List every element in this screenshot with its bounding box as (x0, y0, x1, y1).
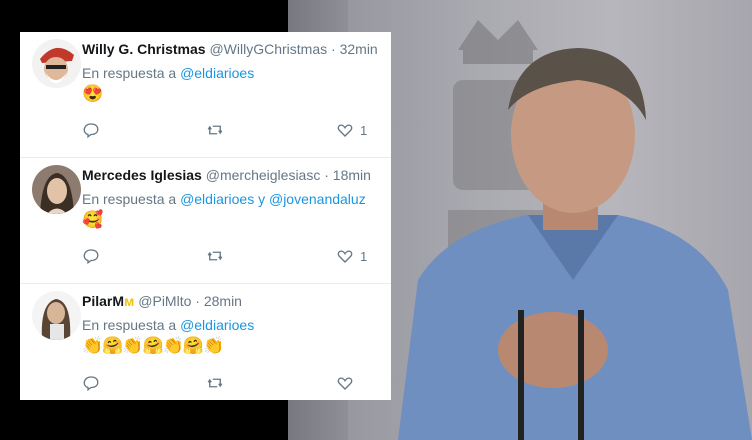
reply-button[interactable] (82, 373, 100, 393)
reply-context: En respuesta a @eldiarioes y @jovenandal… (82, 191, 366, 207)
avatar-santa-icon (32, 39, 81, 88)
avatar-photo-icon (32, 165, 81, 214)
like-icon (337, 124, 353, 137)
reply-prefix: En respuesta a (82, 65, 177, 81)
author-name[interactable]: Mercedes Iglesias (82, 167, 202, 183)
mention-link[interactable]: @eldiarioes (180, 191, 254, 207)
tweet-time[interactable]: 32min (340, 41, 378, 57)
tweet-time[interactable]: 28min (204, 293, 242, 309)
avatar[interactable] (32, 165, 81, 214)
author-handle[interactable]: @WillyGChristmas (209, 41, 327, 57)
reply-prefix: En respuesta a (82, 317, 177, 333)
speaker-photo (398, 48, 752, 440)
reply-prefix: En respuesta a (82, 191, 177, 207)
mention-link[interactable]: @eldiarioes (180, 317, 254, 333)
reply-icon (83, 376, 99, 392)
like-button[interactable] (336, 373, 360, 393)
retweet-icon (207, 251, 223, 261)
retweet-button[interactable] (206, 246, 224, 266)
reply-button[interactable] (82, 120, 100, 140)
mention-connector: y (258, 191, 266, 207)
retweet-icon (207, 378, 223, 388)
like-icon (337, 377, 353, 390)
name-badge-icon: ᴍ (124, 293, 135, 309)
reply-button[interactable] (82, 246, 100, 266)
tweet-item[interactable]: PilarMᴍ @PiMlto · 28min En respuesta a @… (20, 284, 391, 400)
reply-icon (83, 249, 99, 265)
tweet-actions: 1 (82, 120, 382, 140)
separator: · (195, 293, 200, 309)
avatar[interactable] (32, 39, 81, 88)
avatar[interactable] (32, 291, 81, 340)
tweet-time[interactable]: 18min (333, 167, 371, 183)
tweet-replies-panel: Willy G. Christmas @WillyGChristmas · 32… (20, 32, 391, 400)
tweet-actions (82, 373, 382, 393)
retweet-button[interactable] (206, 120, 224, 140)
tweet-item[interactable]: Willy G. Christmas @WillyGChristmas · 32… (20, 32, 391, 158)
reply-icon (83, 123, 99, 139)
tweet-text: 😍 (82, 84, 103, 103)
like-button[interactable]: 1 (336, 120, 367, 140)
like-button[interactable]: 1 (336, 246, 367, 266)
like-count: 1 (360, 122, 368, 138)
tweet-header: Willy G. Christmas @WillyGChristmas · 32… (82, 41, 378, 57)
tweet-text: 🥰 (82, 210, 103, 229)
tweet-header: PilarMᴍ @PiMlto · 28min (82, 293, 242, 309)
mention-link[interactable]: @jovenandaluz (269, 191, 366, 207)
author-handle[interactable]: @PiMlto (138, 293, 191, 309)
retweet-icon (207, 125, 223, 135)
like-icon (337, 250, 353, 263)
mention-link[interactable]: @eldiarioes (180, 65, 254, 81)
reply-context: En respuesta a @eldiarioes (82, 65, 254, 81)
author-name[interactable]: PilarM (82, 293, 124, 309)
separator: · (331, 41, 336, 57)
reply-context: En respuesta a @eldiarioes (82, 317, 254, 333)
like-count: 1 (360, 248, 368, 264)
separator: · (324, 167, 329, 183)
tweet-text: 👏🤗👏🤗👏🤗👏 (82, 336, 224, 355)
avatar-photo-icon (32, 291, 81, 340)
author-handle[interactable]: @mercheiglesiasc (206, 167, 321, 183)
tweet-item[interactable]: Mercedes Iglesias @mercheiglesiasc · 18m… (20, 158, 391, 284)
tweet-actions: 1 (82, 246, 382, 266)
author-name[interactable]: Willy G. Christmas (82, 41, 206, 57)
tweet-header: Mercedes Iglesias @mercheiglesiasc · 18m… (82, 167, 371, 183)
retweet-button[interactable] (206, 373, 224, 393)
